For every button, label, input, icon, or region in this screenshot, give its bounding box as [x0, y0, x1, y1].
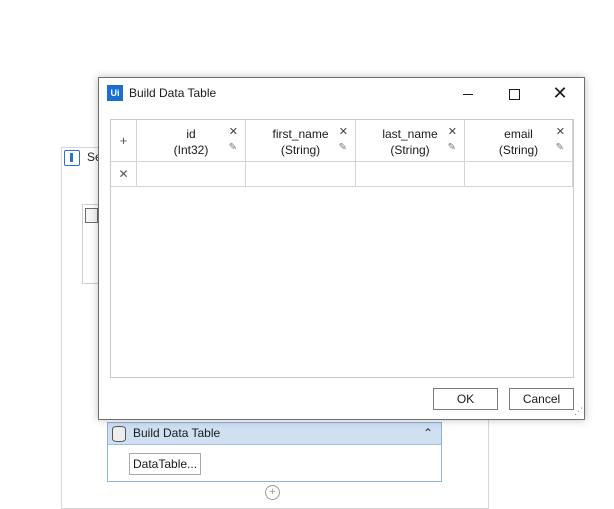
plus-circle-icon[interactable]: +	[265, 485, 280, 500]
activity-header[interactable]: Build Data Table ⌃	[108, 423, 441, 445]
resize-grip-icon[interactable]: ⋰	[574, 406, 583, 417]
column-header-email[interactable]: email (String) ✕ ✎	[465, 120, 573, 161]
title-bar[interactable]: Ui Build Data Table ✕	[99, 78, 584, 108]
document-icon	[85, 208, 98, 223]
cancel-button[interactable]: Cancel	[509, 388, 574, 410]
table-cell-last-name[interactable]	[356, 162, 465, 186]
delete-column-icon[interactable]: ✕	[229, 125, 238, 138]
edit-column-icon[interactable]: ✎	[448, 142, 456, 153]
maximize-button[interactable]	[492, 80, 536, 106]
minimize-icon	[463, 93, 473, 95]
build-data-table-activity[interactable]: Build Data Table ⌃ DataTable...	[107, 422, 442, 482]
datatable-button[interactable]: DataTable...	[129, 453, 202, 475]
data-table-grid[interactable]: + id (Int32) ✕ ✎ first_name (String) ✕ ✎…	[110, 119, 574, 378]
activity-title: Build Data Table	[133, 426, 221, 440]
edit-column-icon[interactable]: ✎	[339, 142, 347, 153]
delete-row-button[interactable]: ✕	[111, 162, 137, 186]
delete-column-icon[interactable]: ✕	[556, 125, 565, 138]
delete-column-icon[interactable]: ✕	[339, 125, 348, 138]
close-button[interactable]: ✕	[538, 80, 582, 106]
maximize-icon	[508, 88, 520, 100]
build-data-table-dialog: Ui Build Data Table ✕ + id (Int32) ✕ ✎ f…	[98, 77, 585, 420]
minimize-button[interactable]	[446, 80, 490, 106]
app-icon: Ui	[107, 85, 123, 101]
table-cell-first-name[interactable]	[246, 162, 356, 186]
table-cell-email[interactable]	[465, 162, 573, 186]
delete-column-icon[interactable]: ✕	[448, 125, 457, 138]
database-icon	[112, 426, 126, 442]
column-header-first-name[interactable]: first_name (String) ✕ ✎	[246, 120, 356, 161]
double-chevron-up-icon[interactable]: ⌃	[421, 425, 435, 441]
column-header-id[interactable]: id (Int32) ✕ ✎	[137, 120, 246, 161]
close-icon: ✕	[552, 83, 568, 103]
add-column-button[interactable]: +	[111, 120, 137, 161]
edit-column-icon[interactable]: ✎	[556, 142, 564, 153]
header-row: + id (Int32) ✕ ✎ first_name (String) ✕ ✎…	[111, 120, 573, 162]
edit-column-icon[interactable]: ✎	[229, 142, 237, 153]
column-header-last-name[interactable]: last_name (String) ✕ ✎	[356, 120, 465, 161]
ok-button[interactable]: OK	[433, 388, 498, 410]
table-cell-id[interactable]	[137, 162, 246, 186]
dialog-title: Build Data Table	[129, 86, 217, 100]
table-row: ✕	[111, 162, 573, 187]
sequence-icon	[64, 150, 80, 166]
